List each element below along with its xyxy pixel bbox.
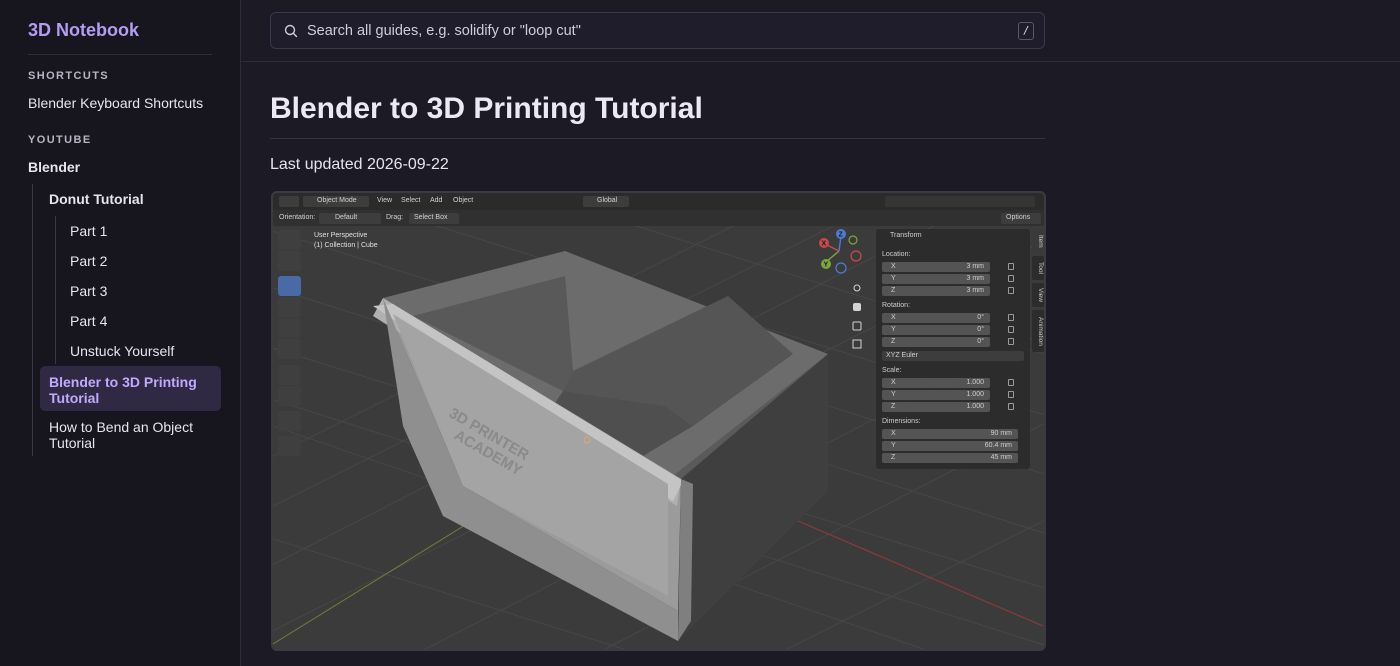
rotation-mode-dropdown: XYZ Euler	[882, 351, 1024, 361]
extra-tool-icon	[278, 436, 301, 456]
lock-icon	[1008, 287, 1014, 294]
nav-unstuck-yourself[interactable]: Unstuck Yourself	[70, 343, 174, 359]
rotate-tool-icon	[278, 297, 301, 317]
tab-tool: Tool	[1032, 256, 1044, 280]
menu-add: Add	[430, 197, 443, 204]
nav-donut-tutorial[interactable]: Donut Tutorial	[49, 191, 144, 207]
sidebar: 3D Notebook SHORTCUTS Blender Keyboard S…	[0, 0, 241, 666]
location-x-field: X3 mm	[882, 262, 990, 272]
mode-label: Object Mode	[317, 197, 357, 204]
scale-label: Scale:	[882, 367, 902, 374]
svg-text:X: X	[822, 241, 827, 248]
orientation-label: Orientation:	[279, 214, 316, 221]
tab-animation: Animation	[1032, 310, 1044, 352]
section-heading-youtube: YOUTUBE	[28, 134, 92, 146]
blender-header: Object Mode View Select Add Object Globa…	[273, 193, 1044, 210]
transform-tool-icon	[278, 339, 301, 359]
add-cube-tool-icon	[278, 411, 301, 431]
drag-label: Drag:	[386, 214, 404, 221]
lock-icon	[1008, 391, 1014, 398]
search-icon	[284, 24, 298, 38]
page-title: Blender to 3D Printing Tutorial	[270, 92, 703, 125]
location-z-field: Z3 mm	[882, 286, 990, 296]
viewport-perspective-label: User Perspective	[314, 232, 368, 239]
lock-icon	[1008, 403, 1014, 410]
drag-value: Select Box	[414, 214, 448, 221]
tree-guide-line-nested	[55, 216, 56, 364]
tree-guide-line	[32, 184, 33, 456]
svg-text:Y: Y	[824, 262, 829, 269]
rotation-z-field: Z 0°	[882, 337, 990, 347]
menu-select: Select	[401, 197, 421, 204]
rotation-x-field: X 0°	[882, 313, 990, 323]
rotation-y-field: Y 0°	[882, 325, 990, 335]
search-input[interactable]: Search all guides, e.g. solidify or "loo…	[270, 12, 1045, 49]
svg-text:Z: Z	[839, 232, 844, 239]
blender-screenshot: Object Mode View Select Add Object Globa…	[271, 191, 1046, 651]
lock-icon	[1008, 379, 1014, 386]
lock-icon	[1008, 275, 1014, 282]
title-divider	[270, 138, 1045, 139]
select-box-tool-icon	[278, 230, 301, 250]
location-label: Location:	[882, 251, 911, 258]
nav-blender-keyboard-shortcuts[interactable]: Blender Keyboard Shortcuts	[28, 95, 203, 111]
search-shortcut-key: /	[1018, 22, 1034, 40]
editor-type-icon	[279, 196, 299, 207]
scale-x-field: X 1.000	[882, 378, 990, 388]
last-updated: Last updated 2026-09-22	[270, 156, 449, 173]
cursor-tool-icon	[278, 251, 301, 271]
lock-icon	[1008, 326, 1014, 333]
options-label: Options	[1006, 214, 1031, 221]
search-placeholder: Search all guides, e.g. solidify or "loo…	[307, 23, 581, 39]
menu-object: Object	[453, 197, 474, 204]
nav-part-2[interactable]: Part 2	[70, 253, 107, 269]
measure-tool-icon	[278, 386, 301, 406]
scale-y-field: Y 1.000	[882, 390, 990, 400]
scale-tool-icon	[278, 318, 301, 338]
rotation-label: Rotation:	[882, 302, 911, 309]
nav-part-1[interactable]: Part 1	[70, 223, 107, 239]
lock-icon	[1008, 338, 1014, 345]
move-tool-icon	[278, 276, 301, 296]
brand-divider	[28, 54, 212, 55]
nav-part-3[interactable]: Part 3	[70, 283, 107, 299]
lock-icon	[1008, 314, 1014, 321]
tab-view: View	[1032, 283, 1044, 307]
dimensions-z-field: Z 45 mm	[882, 453, 1018, 463]
annotate-tool-icon	[278, 365, 301, 385]
transform-panel-title: Transform	[890, 232, 922, 239]
tab-item: Item	[1032, 229, 1044, 253]
scale-z-field: Z 1.000	[882, 402, 990, 412]
dimensions-x-field: X 90 mm	[882, 429, 1018, 439]
section-heading-shortcuts: SHORTCUTS	[28, 70, 110, 82]
viewport-collection-label: (1) Collection | Cube	[314, 242, 378, 249]
blender-tool-settings: Orientation: Default Drag: Select Box Op…	[273, 210, 1044, 226]
viewport-shading-group	[885, 196, 1035, 207]
sidebar-tabs: Item Tool View Animation	[1032, 229, 1044, 359]
nav-blender-to-3d-printing[interactable]: Blender to 3D Printing Tutorial	[49, 374, 214, 406]
location-y-field: Y3 mm	[882, 274, 990, 284]
orientation-global: Global	[597, 197, 618, 204]
orientation-value: Default	[335, 214, 358, 221]
nav-blender[interactable]: Blender	[28, 159, 80, 175]
lock-icon	[1008, 263, 1014, 270]
nav-how-to-bend-an-object[interactable]: How to Bend an Object Tutorial	[49, 419, 214, 451]
transform-panel: Transform Location: X3 mm Y3 mm Z3 mm Ro…	[876, 229, 1030, 469]
dimensions-label: Dimensions:	[882, 418, 921, 425]
dimensions-y-field: Y 60.4 mm	[882, 441, 1018, 451]
site-logo[interactable]: 3D Notebook	[28, 20, 139, 41]
nav-part-4[interactable]: Part 4	[70, 313, 107, 329]
menu-view: View	[377, 197, 393, 204]
